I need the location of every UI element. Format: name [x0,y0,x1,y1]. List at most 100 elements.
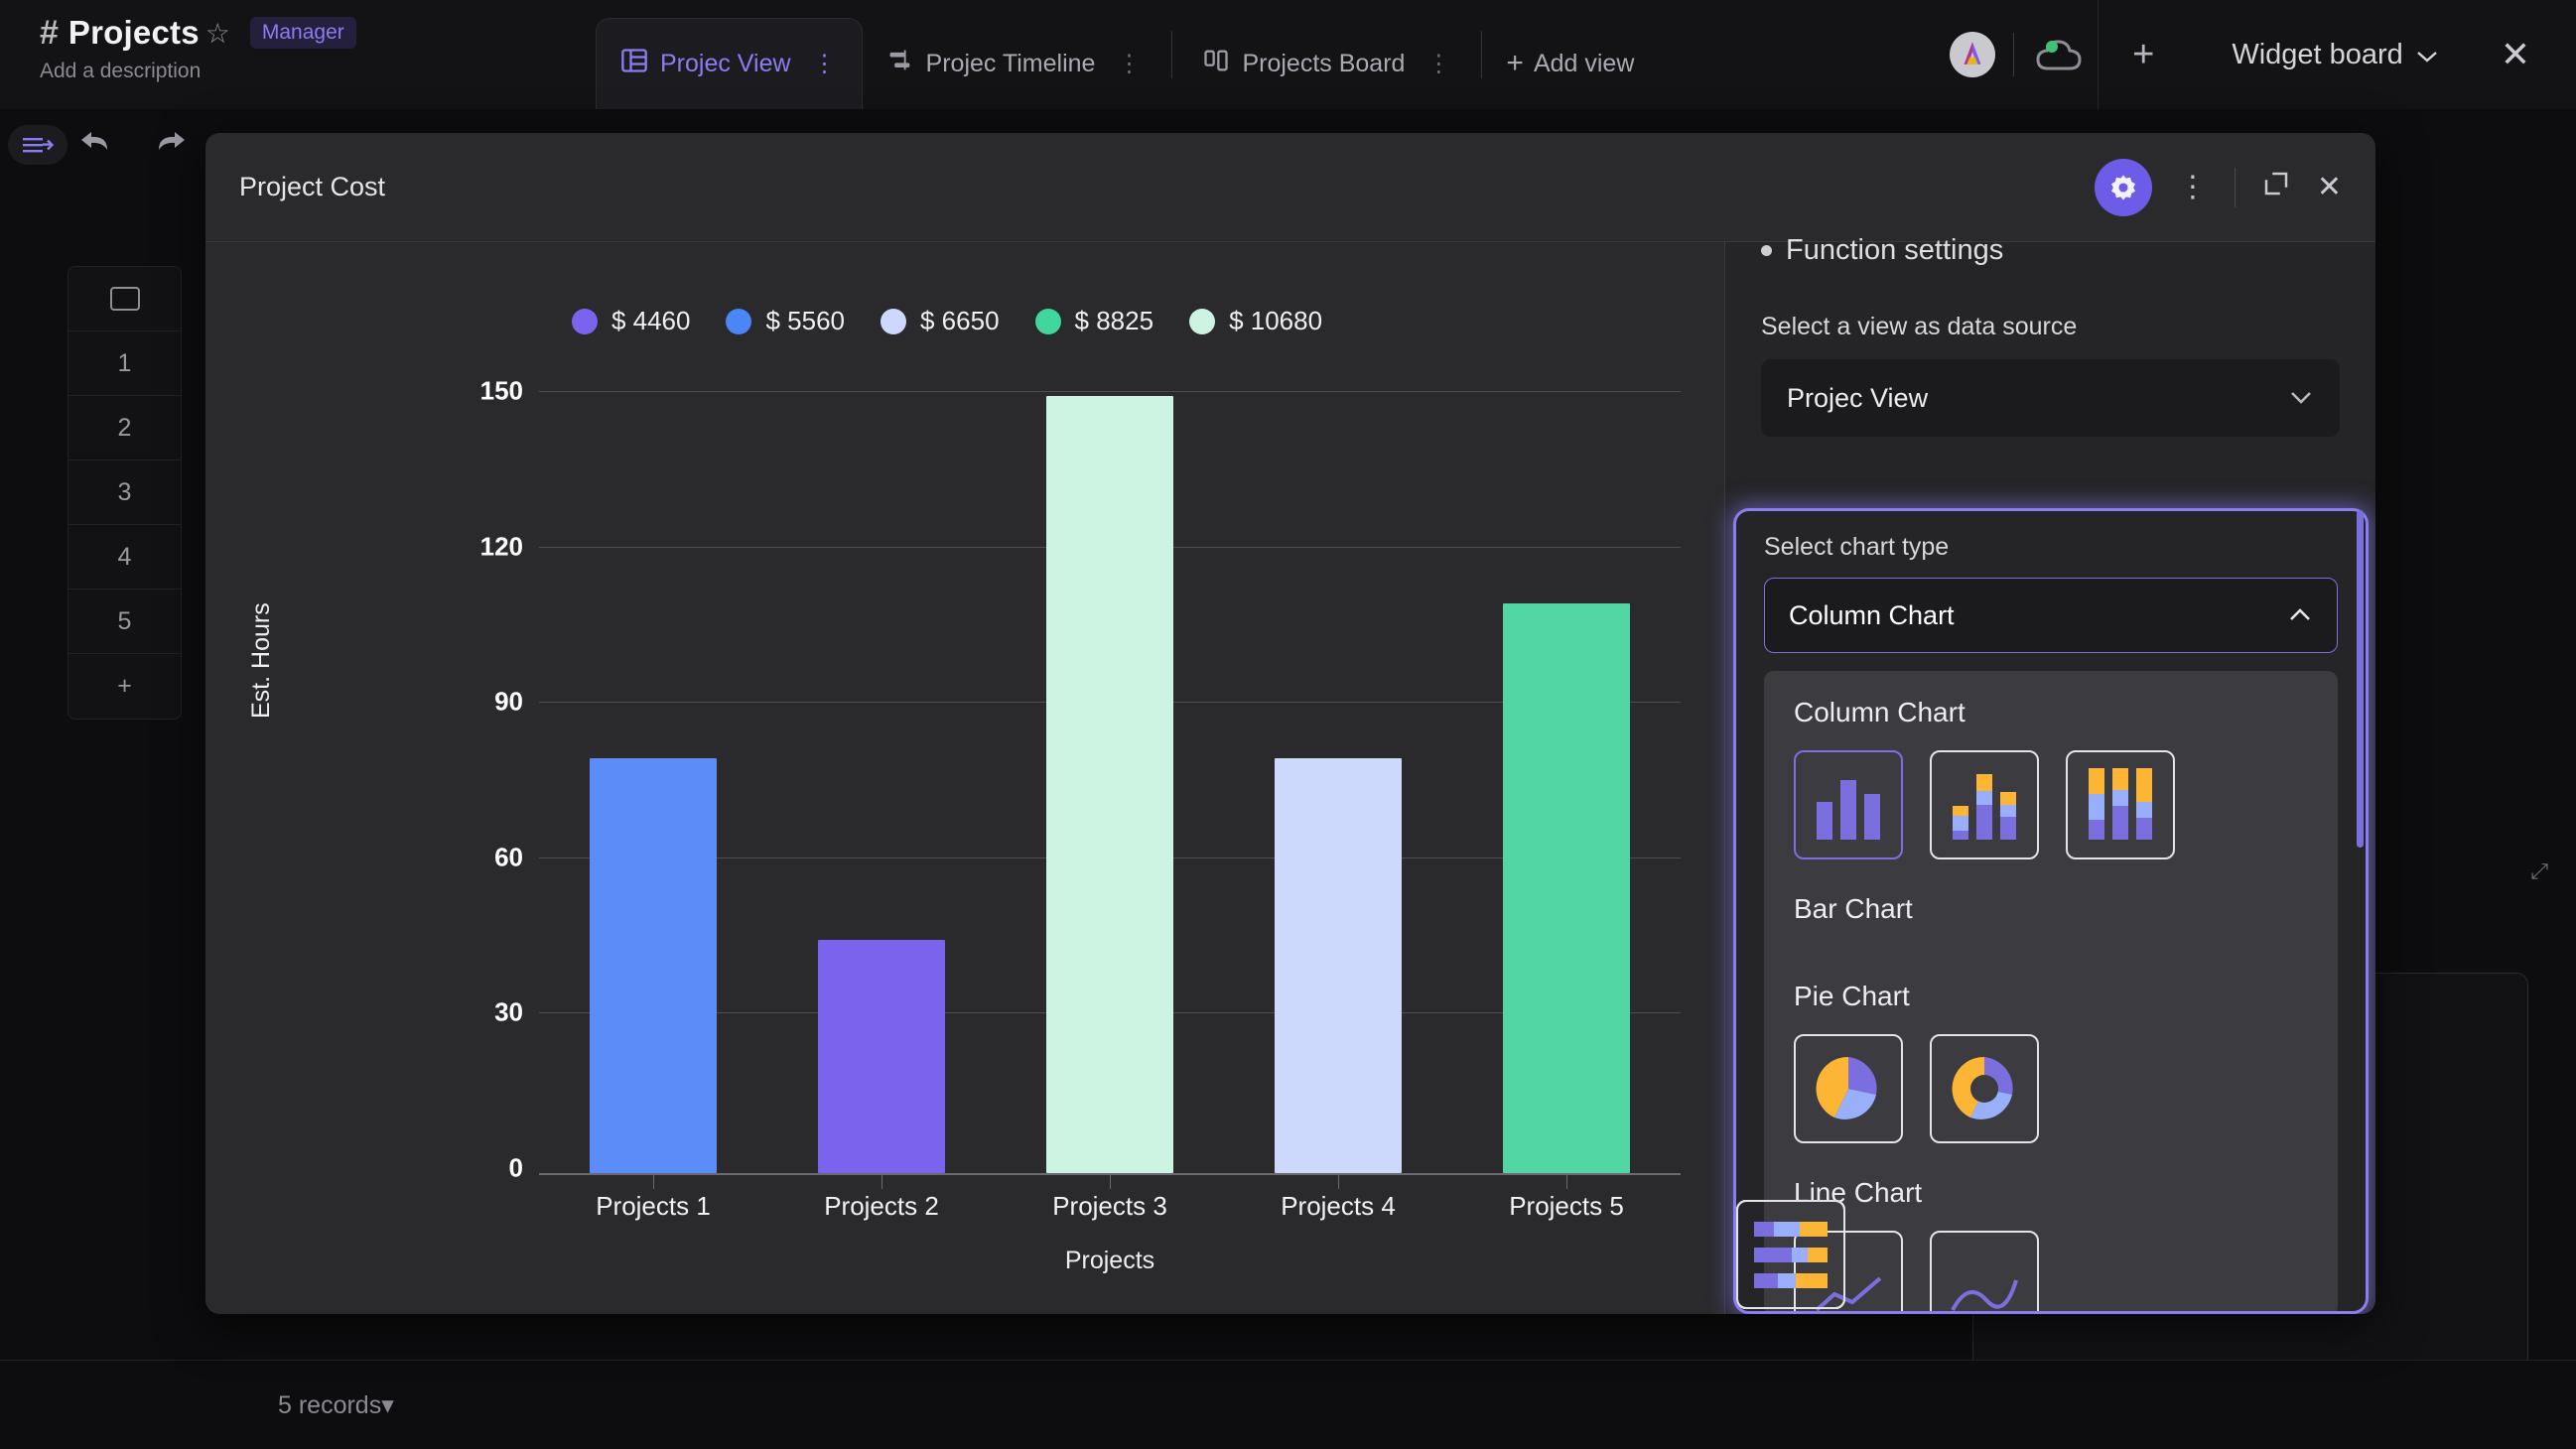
add-view-label: Add view [1533,49,1635,77]
tab-kebab-icon[interactable]: ⋮ [1117,50,1142,78]
chart-type-value: Column Chart [1789,599,1955,630]
redo-icon[interactable] [155,127,189,163]
add-row-button[interactable]: + [68,654,181,719]
legend-item[interactable]: $ 4460 [571,306,691,336]
tab-label: Projects Board [1242,49,1406,77]
legend-item[interactable]: $ 6650 [881,306,1000,336]
modal-header: Project Cost ⋮ ✕ [205,133,2375,242]
close-widget-board-button[interactable]: ✕ [2483,34,2548,75]
chart-bar[interactable] [1046,396,1173,1173]
chart-legend: $ 4460 $ 5560 $ 6650 $ 8825 $ 10680 [205,306,1724,336]
row-number[interactable]: 5 [68,590,181,654]
y-axis-tick-label: 150 [479,375,523,406]
expand-icon[interactable] [2261,169,2291,206]
tab-label: Projec Timeline [925,49,1096,77]
add-widget-button[interactable]: + [2099,34,2188,76]
legend-item[interactable]: $ 10680 [1189,306,1322,336]
y-axis-tick-label: 30 [494,996,523,1027]
chart-type-group: Select chart type Column Chart Column Ch… [1733,508,2369,1314]
divider [2234,167,2236,207]
avatar-logo-icon [1964,42,1981,65]
legend-label: $ 4460 [610,306,691,335]
legend-item[interactable]: $ 8825 [1034,306,1153,336]
bullet-icon [1761,245,1772,256]
records-count[interactable]: 5 records▾ [278,1390,394,1420]
chart-type-label: Select chart type [1764,533,1950,561]
option-column-basic[interactable] [1794,750,1903,859]
y-axis-tick-label: 0 [508,1152,523,1183]
star-icon[interactable]: ☆ [205,17,230,50]
chart-bar[interactable] [818,940,945,1173]
resize-handle-icon[interactable]: ⤢ [2530,858,2548,884]
y-axis-tick-label: 60 [494,842,523,872]
hash-icon: # [40,14,59,52]
grid-area [539,391,1681,1189]
row-number[interactable]: 2 [68,396,181,461]
column-stacked-icon [1953,768,2016,840]
tab-projects-board[interactable]: Projects Board ⋮ [1178,18,1475,109]
add-view-button[interactable]: + Add view [1488,18,1652,109]
option-column-stacked-full[interactable] [2066,750,2175,859]
chart-bar[interactable] [1275,758,1402,1173]
chart-type-dropdown[interactable]: Column Chart Bar Chart Pie Chart Line Ch… [1736,671,2338,1311]
bar-slot [767,396,996,1189]
option-pie-donut[interactable] [1930,1034,2039,1143]
chart-type-select[interactable]: Column Chart [1764,578,2338,653]
undo-icon[interactable] [77,127,111,163]
divider [2013,33,2015,76]
legend-color-swatch [571,308,598,334]
column-stacked-full-icon [2089,768,2152,840]
tab-kebab-icon[interactable]: ⋮ [813,50,838,78]
option-line-smooth[interactable] [1930,1231,2039,1311]
option-bar-stacked-full[interactable] [1736,1200,1845,1309]
section-title-bar-chart: Bar Chart [1794,893,1913,924]
x-axis-tick-label: Projects 1 [596,1191,711,1221]
row-number[interactable]: 1 [68,331,181,396]
close-icon[interactable]: ✕ [2317,170,2342,204]
chart-bar[interactable] [1503,602,1630,1173]
data-source-select[interactable]: Projec View [1761,359,2340,437]
bar-slot [1224,396,1452,1189]
avatar[interactable] [1950,32,1996,77]
settings-scrollbar-thumb[interactable] [2357,510,2364,848]
settings-scrollbar-track[interactable] [2357,361,2370,1294]
row-gutter: 1 2 3 4 5 + [68,266,182,720]
legend-item[interactable]: $ 5560 [726,306,845,336]
modal-actions: ⋮ ✕ [2094,158,2342,216]
column-chart-options [1794,750,2308,859]
option-pie-basic[interactable] [1794,1034,1903,1143]
select-all-checkbox[interactable] [68,267,181,331]
status-badge: Manager [249,17,356,49]
collapse-panel-icon[interactable] [8,125,68,165]
pie-basic-icon [1816,1056,1877,1120]
function-settings-header[interactable]: Function settings [1761,234,2340,267]
footer-bar: 5 records▾ [0,1360,2576,1449]
row-number[interactable]: 4 [68,525,181,590]
modal-kebab-icon[interactable]: ⋮ [2178,170,2209,204]
row-number[interactable]: 3 [68,461,181,525]
legend-label: $ 5560 [765,306,845,335]
chart-bar[interactable] [590,758,717,1173]
tab-projec-view[interactable]: Projec View ⋮ [596,18,863,109]
tab-divider [1481,31,1483,78]
x-axis-tick-label: Projects 4 [1281,1191,1396,1221]
widget-board-selector[interactable]: Widget board [2188,39,2483,71]
plot-area: Est. Hours 0 30 60 90 120 150 Projects 1 Proje… [205,376,1724,1274]
x-axis-tickmark [1338,1175,1339,1189]
option-column-stacked[interactable] [1930,750,2039,859]
settings-panel: Function settings Select a view as data … [1724,234,2375,1314]
section-title-line-chart: Line Chart [1794,1177,1923,1208]
legend-label: $ 10680 [1229,306,1323,335]
x-axis-label: Projects [1064,1247,1155,1274]
x-axis-tickmark [881,1175,882,1189]
x-axis-tickmark [1566,1175,1567,1189]
tab-projec-timeline[interactable]: Projec Timeline ⋮ [863,18,1166,109]
cloud-sync-icon[interactable] [2032,35,2086,74]
y-axis-label: Est. Hours [247,602,275,719]
chart-canvas: $ 4460 $ 5560 $ 6650 $ 8825 $ 10680 Est. Hou… [205,242,1724,1314]
gear-icon[interactable] [2094,158,2152,216]
tab-kebab-icon[interactable]: ⋮ [1426,50,1451,78]
workspace-description[interactable]: Add a description [40,60,596,83]
x-axis-tick-label: Projects 3 [1052,1191,1167,1221]
checkbox-icon [109,287,140,311]
